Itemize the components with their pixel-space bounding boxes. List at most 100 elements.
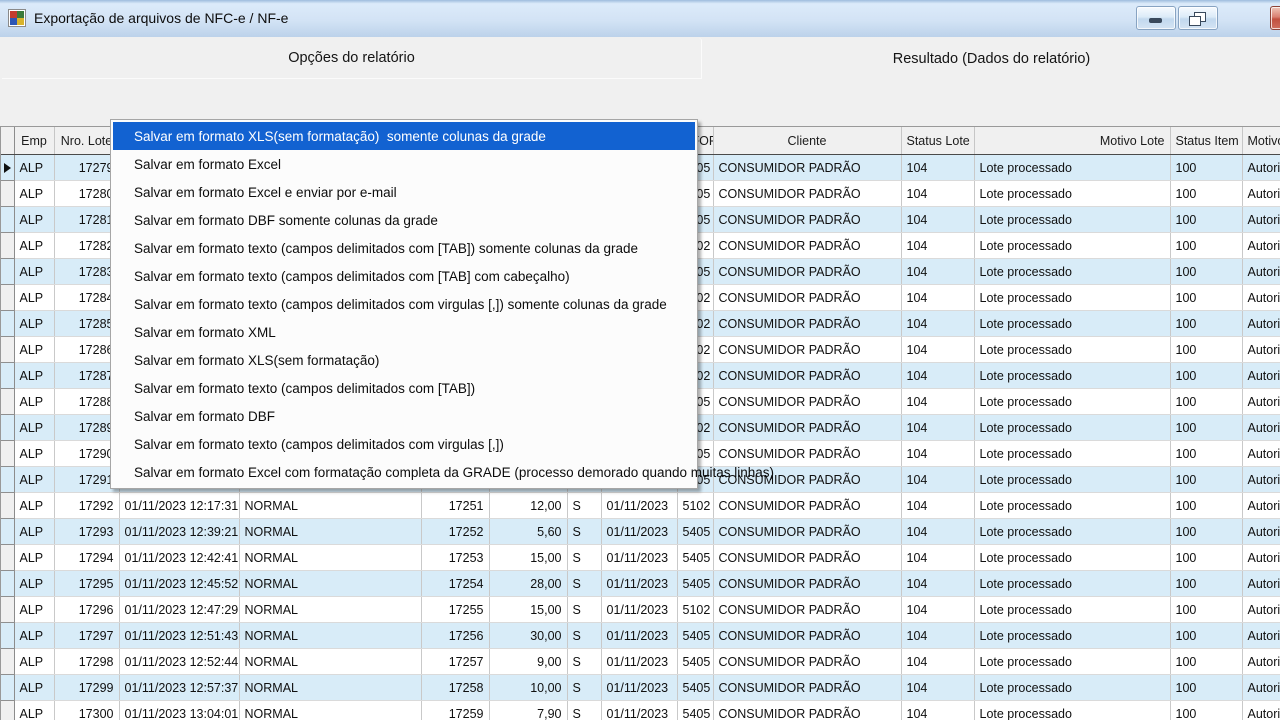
- cell-cliente[interactable]: CONSUMIDOR PADRÃO: [713, 441, 901, 467]
- cell-cliente[interactable]: CONSUMIDOR PADRÃO: [713, 259, 901, 285]
- tab-report-options[interactable]: Opções do relatório: [2, 38, 702, 79]
- cell-cliente[interactable]: CONSUMIDOR PADRÃO: [713, 675, 901, 701]
- cell-motivo_lote[interactable]: Lote processado: [974, 233, 1170, 259]
- cell-cfop[interactable]: 5405: [677, 545, 713, 571]
- cell-emp[interactable]: ALP: [14, 389, 54, 415]
- cell-valor[interactable]: 30,00: [489, 623, 567, 649]
- cell-motivo_lote[interactable]: Lote processado: [974, 467, 1170, 493]
- cell-lote[interactable]: 17300: [54, 701, 119, 720]
- cell-nota[interactable]: 17258: [421, 675, 489, 701]
- cell-motivo[interactable]: Autoriz: [1242, 441, 1280, 467]
- cell-nota[interactable]: 17252: [421, 519, 489, 545]
- cell-emp[interactable]: ALP: [14, 701, 54, 720]
- cell-cliente[interactable]: CONSUMIDOR PADRÃO: [713, 233, 901, 259]
- column-header-status_item[interactable]: Status Item: [1170, 127, 1242, 155]
- cell-s[interactable]: S: [567, 519, 601, 545]
- cell-cliente[interactable]: CONSUMIDOR PADRÃO: [713, 571, 901, 597]
- cell-lote[interactable]: 17299: [54, 675, 119, 701]
- table-row[interactable]: ALP1729701/11/2023 12:51:43NORMAL1725630…: [1, 623, 1280, 649]
- cell-emp[interactable]: ALP: [14, 311, 54, 337]
- cell-datahora[interactable]: 01/11/2023 12:51:43: [119, 623, 239, 649]
- cell-status_item[interactable]: 100: [1170, 649, 1242, 675]
- cell-status_item[interactable]: 100: [1170, 623, 1242, 649]
- cell-s[interactable]: S: [567, 623, 601, 649]
- cell-motivo[interactable]: Autoriz: [1242, 233, 1280, 259]
- cell-emp[interactable]: ALP: [14, 415, 54, 441]
- cell-datahora[interactable]: 01/11/2023 13:04:01: [119, 701, 239, 720]
- cell-nota[interactable]: 17256: [421, 623, 489, 649]
- cell-motivo[interactable]: Autoriz: [1242, 285, 1280, 311]
- cell-status_item[interactable]: 100: [1170, 155, 1242, 181]
- cell-emp[interactable]: ALP: [14, 467, 54, 493]
- column-header-motivo[interactable]: Motivo: [1242, 127, 1280, 155]
- cell-data[interactable]: 01/11/2023: [601, 571, 677, 597]
- cell-emp[interactable]: ALP: [14, 571, 54, 597]
- table-row[interactable]: ALP1729501/11/2023 12:45:52NORMAL1725428…: [1, 571, 1280, 597]
- cell-cliente[interactable]: CONSUMIDOR PADRÃO: [713, 285, 901, 311]
- cell-status_item[interactable]: 100: [1170, 701, 1242, 720]
- cell-tipo[interactable]: NORMAL: [239, 545, 421, 571]
- cell-emp[interactable]: ALP: [14, 337, 54, 363]
- cell-status_item[interactable]: 100: [1170, 207, 1242, 233]
- menu-item-0[interactable]: Salvar em formato XLS(sem formatação) so…: [113, 122, 695, 150]
- cell-status_item[interactable]: 100: [1170, 311, 1242, 337]
- cell-status_lote[interactable]: 104: [901, 181, 974, 207]
- cell-status_item[interactable]: 100: [1170, 181, 1242, 207]
- cell-motivo[interactable]: Autoriz: [1242, 545, 1280, 571]
- menu-item-12[interactable]: Salvar em formato Excel com formatação c…: [113, 458, 695, 486]
- cell-motivo[interactable]: Autoriz: [1242, 181, 1280, 207]
- cell-nota[interactable]: 17253: [421, 545, 489, 571]
- cell-cliente[interactable]: CONSUMIDOR PADRÃO: [713, 337, 901, 363]
- menu-item-11[interactable]: Salvar em formato texto (campos delimita…: [113, 430, 695, 458]
- cell-motivo_lote[interactable]: Lote processado: [974, 285, 1170, 311]
- cell-motivo[interactable]: Autoriz: [1242, 519, 1280, 545]
- cell-lote[interactable]: 17296: [54, 597, 119, 623]
- cell-status_lote[interactable]: 104: [901, 597, 974, 623]
- cell-status_item[interactable]: 100: [1170, 519, 1242, 545]
- cell-emp[interactable]: ALP: [14, 649, 54, 675]
- cell-data[interactable]: 01/11/2023: [601, 675, 677, 701]
- cell-motivo[interactable]: Autoriz: [1242, 155, 1280, 181]
- cell-motivo_lote[interactable]: Lote processado: [974, 415, 1170, 441]
- cell-motivo_lote[interactable]: Lote processado: [974, 259, 1170, 285]
- cell-s[interactable]: S: [567, 701, 601, 720]
- cell-cfop[interactable]: 5405: [677, 571, 713, 597]
- menu-item-3[interactable]: Salvar em formato DBF somente colunas da…: [113, 206, 695, 234]
- cell-cliente[interactable]: CONSUMIDOR PADRÃO: [713, 701, 901, 720]
- cell-status_lote[interactable]: 104: [901, 233, 974, 259]
- cell-status_item[interactable]: 100: [1170, 233, 1242, 259]
- cell-cliente[interactable]: CONSUMIDOR PADRÃO: [713, 207, 901, 233]
- cell-status_item[interactable]: 100: [1170, 675, 1242, 701]
- cell-motivo_lote[interactable]: Lote processado: [974, 597, 1170, 623]
- cell-tipo[interactable]: NORMAL: [239, 649, 421, 675]
- restore-button[interactable]: [1178, 6, 1218, 30]
- cell-cliente[interactable]: CONSUMIDOR PADRÃO: [713, 519, 901, 545]
- cell-data[interactable]: 01/11/2023: [601, 519, 677, 545]
- cell-data[interactable]: 01/11/2023: [601, 701, 677, 720]
- cell-datahora[interactable]: 01/11/2023 12:52:44: [119, 649, 239, 675]
- cell-motivo_lote[interactable]: Lote processado: [974, 649, 1170, 675]
- cell-datahora[interactable]: 01/11/2023 12:17:31: [119, 493, 239, 519]
- cell-status_lote[interactable]: 104: [901, 155, 974, 181]
- cell-cliente[interactable]: CONSUMIDOR PADRÃO: [713, 181, 901, 207]
- cell-cliente[interactable]: CONSUMIDOR PADRÃO: [713, 545, 901, 571]
- cell-status_lote[interactable]: 104: [901, 285, 974, 311]
- cell-cliente[interactable]: CONSUMIDOR PADRÃO: [713, 597, 901, 623]
- cell-motivo[interactable]: Autoriz: [1242, 207, 1280, 233]
- cell-emp[interactable]: ALP: [14, 597, 54, 623]
- cell-cfop[interactable]: 5405: [677, 649, 713, 675]
- cell-motivo_lote[interactable]: Lote processado: [974, 181, 1170, 207]
- cell-datahora[interactable]: 01/11/2023 12:42:41: [119, 545, 239, 571]
- cell-s[interactable]: S: [567, 571, 601, 597]
- cell-cliente[interactable]: CONSUMIDOR PADRÃO: [713, 649, 901, 675]
- cell-status_lote[interactable]: 104: [901, 363, 974, 389]
- cell-status_item[interactable]: 100: [1170, 545, 1242, 571]
- cell-emp[interactable]: ALP: [14, 181, 54, 207]
- cell-status_item[interactable]: 100: [1170, 337, 1242, 363]
- cell-motivo[interactable]: Autoriz: [1242, 649, 1280, 675]
- cell-tipo[interactable]: NORMAL: [239, 597, 421, 623]
- cell-status_lote[interactable]: 104: [901, 571, 974, 597]
- cell-motivo_lote[interactable]: Lote processado: [974, 155, 1170, 181]
- cell-lote[interactable]: 17298: [54, 649, 119, 675]
- cell-emp[interactable]: ALP: [14, 493, 54, 519]
